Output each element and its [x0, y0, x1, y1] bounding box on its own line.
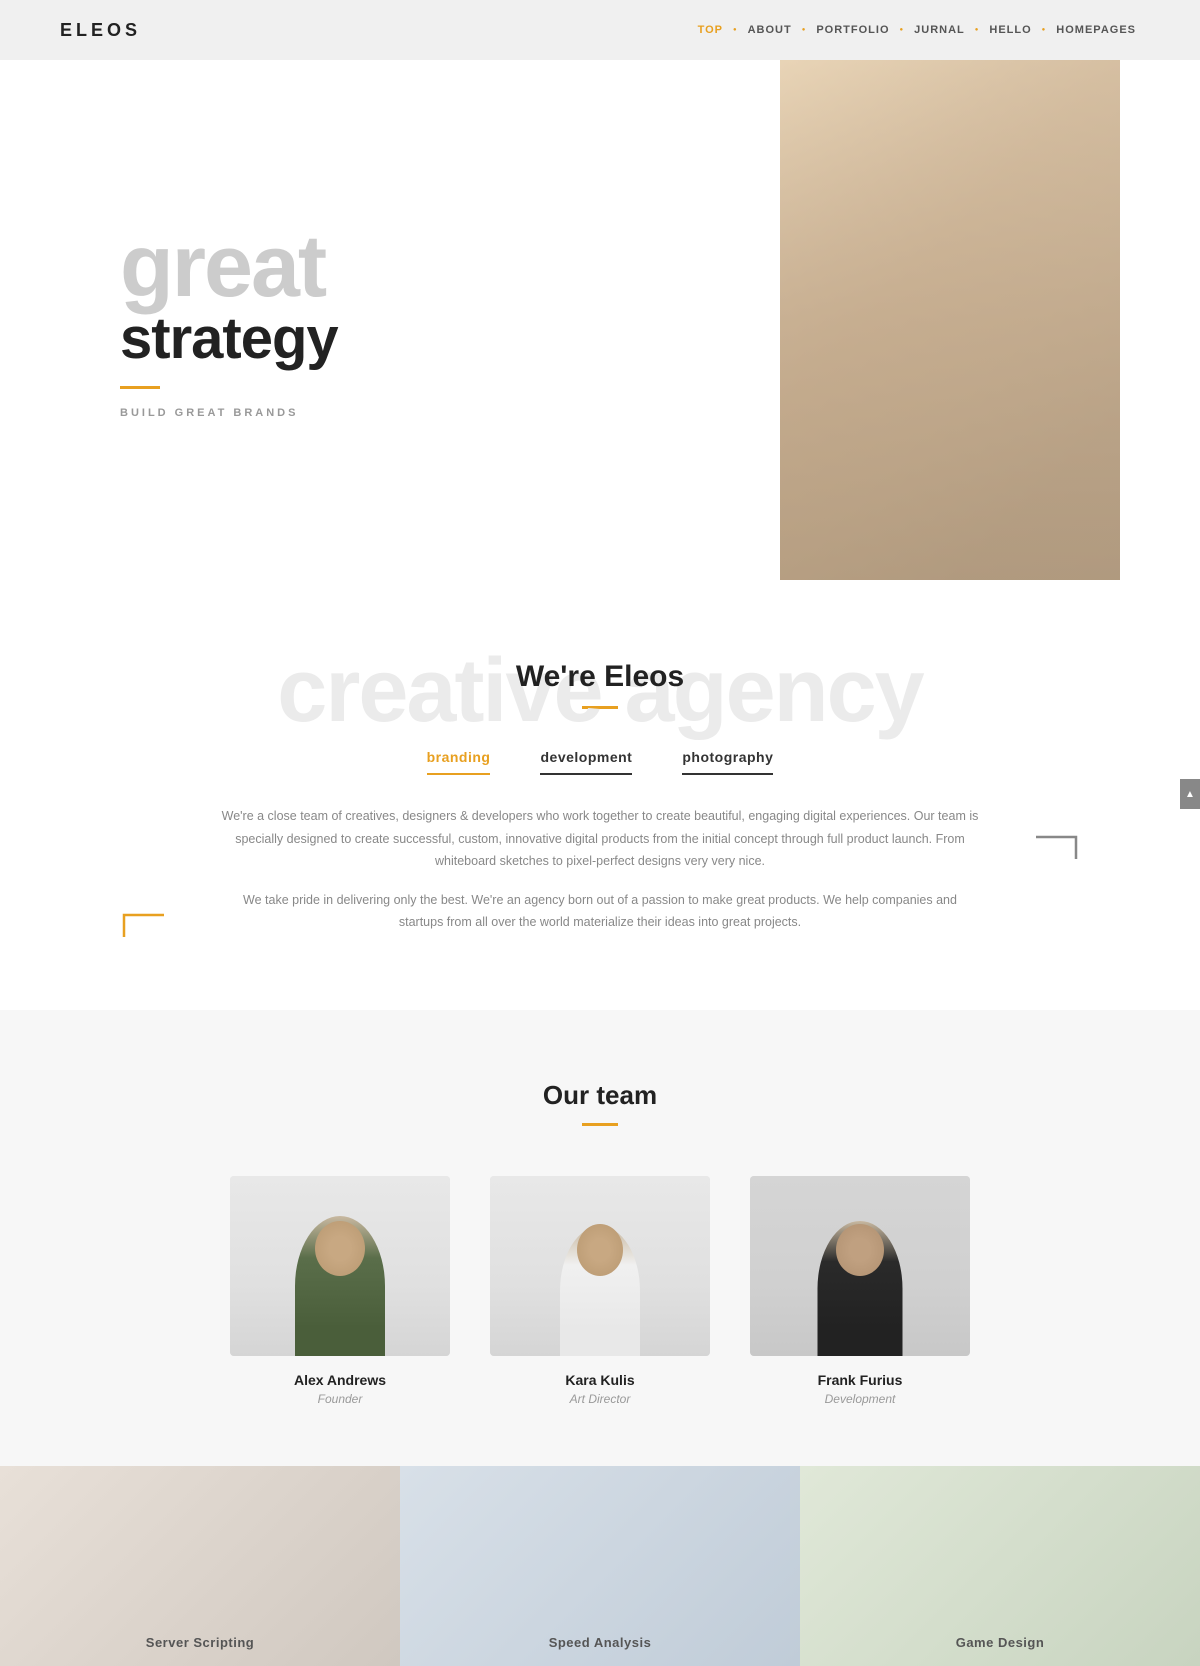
team-divider: [582, 1123, 618, 1126]
team-card-alex: Alex Andrews Founder: [230, 1176, 450, 1406]
team-photo-kara: [490, 1176, 710, 1356]
scroll-button[interactable]: ▲: [1180, 779, 1200, 809]
header: ELEOS TOP ● ABOUT ● PORTFOLIO ● JURNAL ●…: [0, 0, 1200, 60]
person-frank: [750, 1176, 970, 1356]
bottom-section: Server Scripting Speed Analysis Game Des…: [0, 1466, 1200, 1666]
scroll-icon: ▲: [1185, 789, 1195, 800]
team-title: Our team: [60, 1080, 1140, 1111]
we-are-section: creative agency We're Eleos branding dev…: [0, 580, 1200, 1010]
nav-item-jurnal[interactable]: JURNAL: [910, 24, 969, 36]
navigation: TOP ● ABOUT ● PORTFOLIO ● JURNAL ● HELLO…: [694, 24, 1140, 36]
bottom-tile-label-3: Game Design: [956, 1635, 1045, 1650]
team-section: Our team Alex Andrews Founder Kara Kulis…: [0, 1010, 1200, 1466]
team-role-frank: Development: [750, 1392, 970, 1406]
tabs-container: branding development photography: [60, 749, 1140, 775]
hero-word1: great: [120, 222, 338, 310]
nav-dot: ●: [733, 27, 738, 33]
nav-item-top[interactable]: TOP: [694, 24, 727, 36]
nav-item-hello[interactable]: HELLO: [985, 24, 1035, 36]
hero-divider: [120, 386, 160, 389]
hero-section: great strategy BUILD GREAT BRANDS: [0, 60, 1200, 580]
team-role-kara: Art Director: [490, 1392, 710, 1406]
nav-item-portfolio[interactable]: PORTFOLIO: [812, 24, 893, 36]
team-name-frank: Frank Furius: [750, 1372, 970, 1388]
bottom-tile-label-2: Speed Analysis: [549, 1635, 652, 1650]
team-card-kara: Kara Kulis Art Director: [490, 1176, 710, 1406]
nav-item-homepages[interactable]: HOMEPAGES: [1052, 24, 1140, 36]
tab-body-2: We take pride in delivering only the bes…: [220, 889, 980, 934]
person-alex: [230, 1176, 450, 1356]
bottom-grid: Server Scripting Speed Analysis Game Des…: [0, 1466, 1200, 1666]
logo: ELEOS: [60, 20, 141, 41]
bottom-tile-label-1: Server Scripting: [146, 1635, 254, 1650]
team-grid: Alex Andrews Founder Kara Kulis Art Dire…: [60, 1176, 1140, 1406]
hero-text: great strategy BUILD GREAT BRANDS: [120, 222, 338, 419]
hero-image: [780, 60, 1120, 580]
bottom-tile-game[interactable]: Game Design: [800, 1466, 1200, 1666]
hero-word2: strategy: [120, 310, 338, 368]
team-name-kara: Kara Kulis: [490, 1372, 710, 1388]
section-divider: [582, 706, 618, 709]
person-kara: [490, 1176, 710, 1356]
tab-branding[interactable]: branding: [427, 749, 491, 775]
hero-portrait: [780, 60, 1120, 580]
hero-tagline: BUILD GREAT BRANDS: [120, 407, 338, 419]
tab-content: We're a close team of creatives, designe…: [60, 805, 1140, 934]
arrow-left: [120, 913, 164, 944]
team-name-alex: Alex Andrews: [230, 1372, 450, 1388]
team-photo-alex: [230, 1176, 450, 1356]
tab-photography[interactable]: photography: [682, 749, 773, 775]
nav-item-about[interactable]: ABOUT: [744, 24, 796, 36]
bottom-tile-scripting[interactable]: Server Scripting: [0, 1466, 400, 1666]
team-role-alex: Founder: [230, 1392, 450, 1406]
section-title: We're Eleos: [60, 660, 1140, 694]
team-card-frank: Frank Furius Development: [750, 1176, 970, 1406]
nav-dot: ●: [900, 27, 905, 33]
tab-development[interactable]: development: [540, 749, 632, 775]
nav-dot: ●: [802, 27, 807, 33]
bottom-tile-speed[interactable]: Speed Analysis: [400, 1466, 800, 1666]
arrow-right: [1036, 835, 1080, 866]
nav-dot: ●: [1042, 27, 1047, 33]
nav-dot: ●: [975, 27, 980, 33]
tab-body-1: We're a close team of creatives, designe…: [220, 805, 980, 873]
team-photo-frank: [750, 1176, 970, 1356]
